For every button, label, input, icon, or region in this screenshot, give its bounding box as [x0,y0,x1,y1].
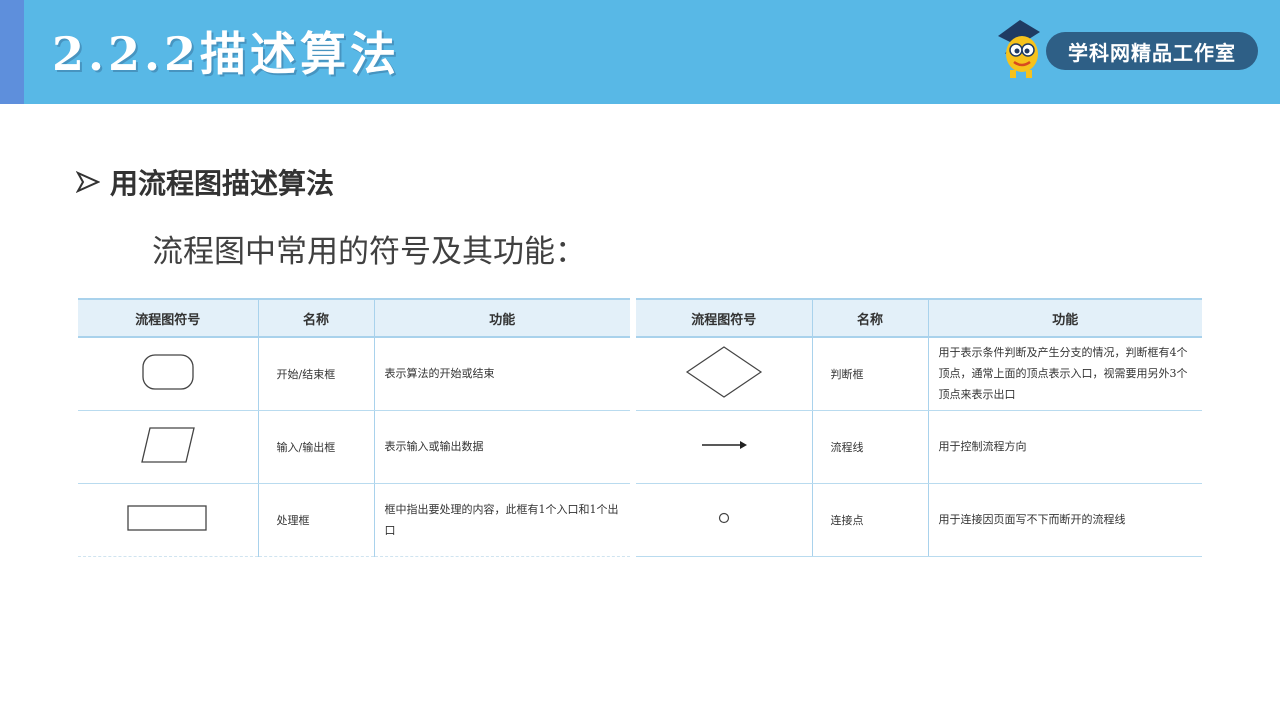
symbol-name: 处理框 [258,483,375,557]
symbol-function: 用于控制流程方向 [928,410,1202,484]
symbol-function: 用于连接因页面写不下而断开的流程线 [928,483,1202,557]
symbol-name: 开始/结束框 [258,337,375,411]
symbol-cell [78,337,259,411]
symbol-cell [78,410,259,484]
rectangle-icon [127,505,207,531]
page-title: 2.2.2描述算法 [52,27,401,81]
table-header-row: 流程图符号 名称 功能 [78,298,630,338]
header-name: 名称 [812,298,929,338]
header-function: 功能 [374,298,630,338]
header-symbol: 流程图符号 [636,298,813,338]
table-header-row: 流程图符号 名称 功能 [636,298,1202,338]
symbol-cell [78,483,259,557]
symbol-name: 判断框 [812,337,929,411]
header-function: 功能 [928,298,1202,338]
section-bullet: 用流程图描述算法 [76,162,334,202]
subtitle-text: 流程图中常用的符号及其功能： [152,234,586,270]
symbol-function: 框中指出要处理的内容，此框有1个入口和1个出口 [374,483,630,557]
table-row: 处理框 框中指出要处理的内容，此框有1个入口和1个出口 [78,483,630,557]
parallelogram-icon [140,427,195,463]
header-symbol: 流程图符号 [78,298,259,338]
symbols-table-right: 流程图符号 名称 功能 判断框 用于表示条件判断及产生分支的情况，判断框有4个顶… [636,298,1202,557]
rounded-rectangle-icon [142,354,194,390]
symbols-table-left: 流程图符号 名称 功能 开始/结束框 表示算法的开始或结束 输入/输出框 表示输… [78,298,630,557]
arrowhead-bullet-icon [76,171,100,193]
symbol-cell [636,483,813,557]
table-row: 开始/结束框 表示算法的开始或结束 [78,337,630,411]
arrow-icon [701,441,747,449]
circle-icon [718,512,729,524]
symbol-function: 用于表示条件判断及产生分支的情况，判断框有4个顶点，通常上面的顶点表示入口，视需… [928,337,1202,411]
header-bar: 2.2.2描述算法 学科网精品工作室 [0,0,1280,104]
header-name: 名称 [258,298,375,338]
symbol-function: 表示算法的开始或结束 [374,337,630,411]
mascot-logo-icon [998,20,1040,78]
section-heading: 用流程图描述算法 [110,167,335,200]
symbol-name: 流程线 [812,410,929,484]
symbol-function: 表示输入或输出数据 [374,410,630,484]
header-accent-stripe [0,0,24,104]
table-row: 输入/输出框 表示输入或输出数据 [78,410,630,484]
table-row: 流程线 用于控制流程方向 [636,410,1202,484]
symbol-name: 连接点 [812,483,929,557]
diamond-icon [685,346,762,398]
logo-badge: 学科网精品工作室 [1046,32,1258,70]
symbol-name: 输入/输出框 [258,410,375,484]
table-row: 连接点 用于连接因页面写不下而断开的流程线 [636,483,1202,557]
symbol-cell [636,410,813,484]
table-row: 判断框 用于表示条件判断及产生分支的情况，判断框有4个顶点，通常上面的顶点表示入… [636,337,1202,411]
symbol-cell [636,337,813,411]
